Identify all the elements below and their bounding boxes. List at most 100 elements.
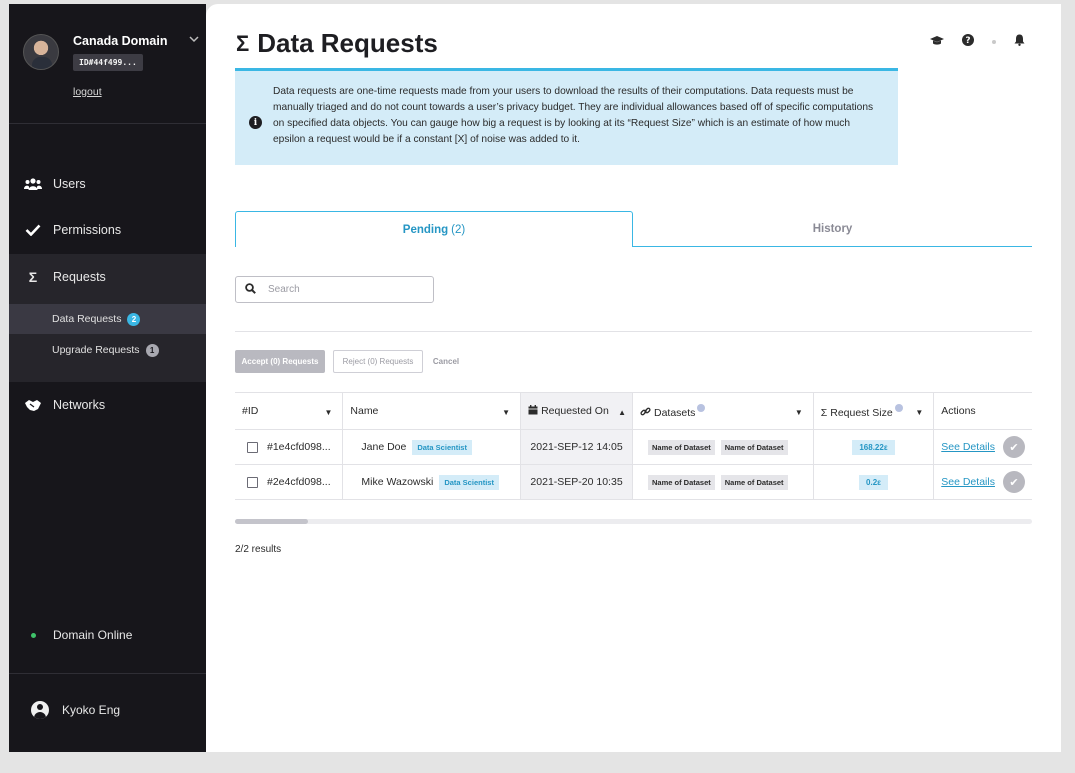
header-actions: ? <box>930 34 1025 49</box>
column-header-name[interactable]: Name ▼ <box>342 392 521 430</box>
column-header-request-size[interactable]: Σ Request Size ▼ <box>812 392 934 430</box>
divider <box>9 673 206 674</box>
bell-icon[interactable] <box>1014 34 1025 49</box>
see-details-link[interactable]: See Details <box>941 441 995 453</box>
column-header-datasets[interactable]: Datasets ▼ <box>631 392 814 430</box>
calendar-icon <box>528 405 541 417</box>
nav-item-networks[interactable]: Networks <box>9 382 206 428</box>
page-title-text: Data Requests <box>257 28 438 58</box>
column-header-id[interactable]: #ID ▼ <box>235 392 343 430</box>
main-content: Σ Data Requests ? i Data requests are on… <box>206 4 1061 752</box>
column-label: Name <box>350 405 379 417</box>
nav-label-networks: Networks <box>53 398 106 412</box>
column-label: Request Size <box>830 406 893 419</box>
cancel-button[interactable]: Cancel <box>428 350 464 373</box>
nav-label-permissions: Permissions <box>53 223 122 237</box>
count-badge: 1 <box>145 343 159 357</box>
scrollbar-thumb[interactable] <box>235 519 308 524</box>
domain-status: Domain Online <box>31 628 132 642</box>
reject-requests-button[interactable]: Reject (0) Requests <box>333 350 423 373</box>
dataset-tag: Name of Dataset <box>647 440 715 455</box>
info-icon[interactable] <box>894 403 903 412</box>
chevron-down-icon[interactable] <box>189 34 199 46</box>
checkmark-icon <box>23 224 43 236</box>
sidebar-item-upgrade-requests[interactable]: Upgrade Requests 1 <box>9 335 206 365</box>
caret-down-icon[interactable]: ▼ <box>324 408 332 417</box>
approve-check-icon[interactable]: ✔ <box>1002 436 1025 458</box>
nav-label-requests: Requests <box>53 270 106 284</box>
info-icon: i <box>249 116 262 129</box>
search-placeholder: Search <box>268 284 300 295</box>
cell-request-size: 168.22ε <box>812 429 934 465</box>
tab-history[interactable]: History <box>633 211 1032 247</box>
see-details-link[interactable]: See Details <box>941 476 995 488</box>
cell-datasets: Name of Dataset Name of Dataset <box>631 429 814 465</box>
caret-down-icon[interactable]: ▼ <box>502 408 510 417</box>
caret-up-icon[interactable]: ▲ <box>618 408 626 417</box>
info-icon[interactable] <box>697 403 706 412</box>
tab-pending[interactable]: Pending (2) <box>235 211 633 247</box>
cell-actions: See Details ✔ <box>933 464 1032 500</box>
nav-label-users: Users <box>53 177 86 191</box>
divider <box>9 123 206 124</box>
cell-datasets: Name of Dataset Name of Dataset <box>631 464 814 500</box>
column-header-requested-on[interactable]: Requested On ▲ <box>520 392 633 430</box>
domain-switcher[interactable]: Canada Domain ID#44f499... <box>23 32 199 74</box>
horizontal-scrollbar[interactable] <box>235 519 1032 524</box>
caret-down-icon[interactable]: ▼ <box>795 408 803 417</box>
count-badge: 2 <box>127 312 141 326</box>
handshake-icon <box>23 399 43 412</box>
cell-request-size: 0.2ε <box>812 464 934 500</box>
current-user[interactable]: Kyoko Eng <box>31 701 120 719</box>
tab-history-label: History <box>812 222 853 235</box>
role-badge: Data Scientist <box>412 440 472 455</box>
sidebar-item-data-requests[interactable]: Data Requests 2 <box>9 304 206 334</box>
cell-requested-on: 2021-SEP-20 10:35 <box>520 464 633 500</box>
user-avatar-icon <box>31 701 49 719</box>
help-icon[interactable]: ? <box>962 34 974 49</box>
user-name: Kyoko Eng <box>62 703 121 717</box>
row-checkbox[interactable] <box>247 441 258 453</box>
column-label: #ID <box>242 405 259 417</box>
info-banner: i Data requests are one-time requests ma… <box>235 68 898 165</box>
request-size-badge: 0.2ε <box>859 475 888 490</box>
domain-avatar <box>23 34 59 70</box>
dataset-tag: Name of Dataset <box>647 475 715 490</box>
link-icon <box>640 407 654 419</box>
accept-requests-button[interactable]: Accept (0) Requests <box>235 350 325 373</box>
table-row: #2e4cfd098... Mike Wazowski Data Scientis… <box>235 464 1032 500</box>
graduation-cap-icon[interactable] <box>930 35 944 49</box>
cell-requested-on: 2021-SEP-12 14:05 <box>520 429 633 465</box>
nav-item-permissions[interactable]: Permissions <box>9 207 206 253</box>
search-input[interactable]: Search <box>235 276 434 303</box>
domain-id-badge: ID#44f499... <box>73 54 143 71</box>
role-badge: Data Scientist <box>439 475 499 490</box>
dataset-tag: Name of Dataset <box>720 475 788 490</box>
nav-item-requests[interactable]: Σ Requests <box>9 254 206 300</box>
sigma-icon: Σ <box>236 30 250 56</box>
info-banner-text: Data requests are one-time requests made… <box>273 86 874 145</box>
cell-name: Mike Wazowski Data Scientist <box>342 464 521 500</box>
cell-id: #2e4cfd098... <box>235 464 343 500</box>
sub-item-label: Upgrade Requests <box>52 344 140 356</box>
row-checkbox[interactable] <box>247 476 258 488</box>
page-title: Σ Data Requests <box>236 28 438 59</box>
dataset-tag: Name of Dataset <box>720 440 788 455</box>
users-icon <box>23 178 43 190</box>
request-size-badge: 168.22ε <box>852 440 895 455</box>
online-dot-icon <box>31 632 36 638</box>
svg-text:?: ? <box>965 36 970 46</box>
request-tabs: Pending (2) History <box>235 211 1032 247</box>
logout-link[interactable]: logout <box>73 86 102 98</box>
nav-item-users[interactable]: Users <box>9 161 206 207</box>
sidebar: Canada Domain ID#44f499... logout Users … <box>9 4 206 752</box>
results-count: 2/2 results <box>235 544 282 555</box>
column-label: Datasets <box>653 406 696 419</box>
cell-name: Jane Doe Data Scientist <box>342 429 521 465</box>
caret-down-icon[interactable]: ▼ <box>915 408 923 417</box>
table-row: #1e4cfd098... Jane Doe Data Scientist 202… <box>235 429 1032 465</box>
column-label: Requested On <box>541 405 609 417</box>
domain-status-text: Domain Online <box>53 628 133 642</box>
search-icon <box>245 282 256 297</box>
approve-check-icon[interactable]: ✔ <box>1002 471 1025 493</box>
